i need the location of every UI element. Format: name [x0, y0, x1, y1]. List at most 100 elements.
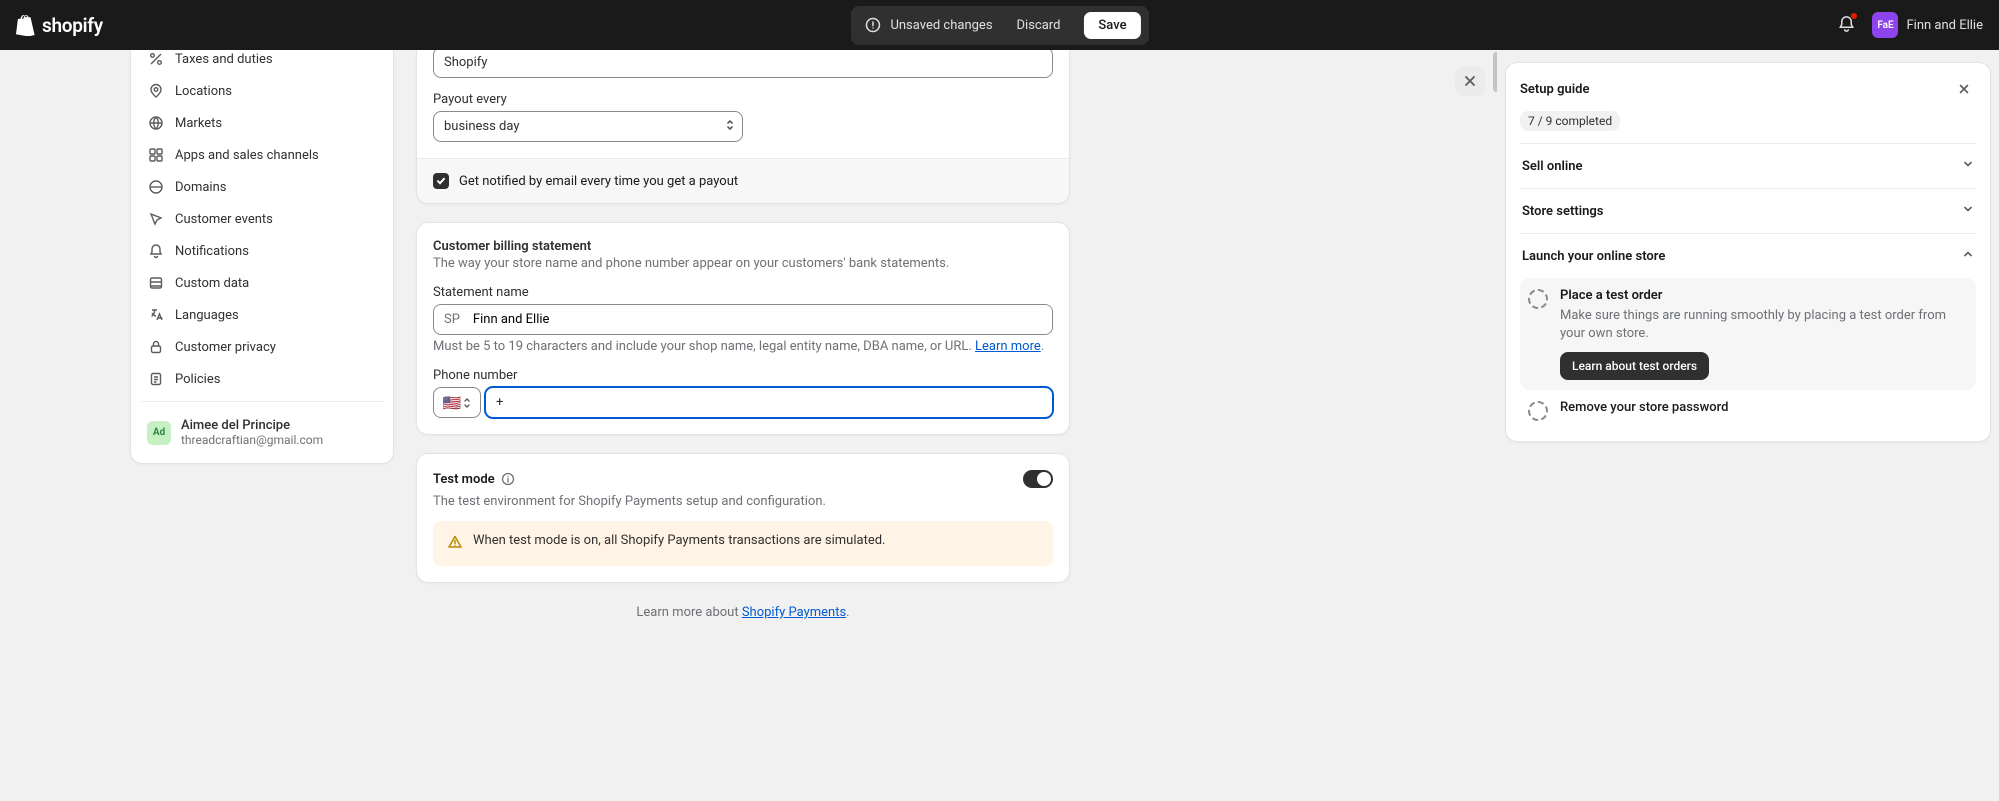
- task-status-ring: [1528, 401, 1548, 421]
- globe-icon: [147, 114, 165, 132]
- notify-checkbox[interactable]: [433, 173, 449, 189]
- guide-title: Setup guide: [1520, 82, 1589, 97]
- bell-icon: [147, 242, 165, 260]
- sidebar-item-label: Locations: [175, 84, 232, 99]
- task-status-ring: [1528, 289, 1548, 309]
- chevron-up-icon: [1962, 248, 1974, 264]
- save-button[interactable]: Save: [1084, 12, 1140, 39]
- payout-label: Payout every: [433, 92, 1053, 107]
- top-bar: shopify Unsaved changes Discard Save FaE…: [0, 0, 1999, 50]
- domain-icon: [147, 178, 165, 196]
- user-name: Aimee del Principe: [181, 418, 323, 433]
- setup-guide: Setup guide 7 / 9 completed Sell online …: [1505, 62, 1991, 442]
- percent-icon: [147, 50, 165, 68]
- store-name: Finn and Ellie: [1906, 18, 1983, 33]
- lock-icon: [147, 338, 165, 356]
- task-remove-password[interactable]: Remove your store password: [1520, 390, 1976, 431]
- shopify-logo[interactable]: shopify: [16, 14, 103, 37]
- discard-button[interactable]: Discard: [1005, 12, 1073, 39]
- guide-close-button[interactable]: [1952, 77, 1976, 101]
- sidebar-item-label: Markets: [175, 116, 222, 131]
- statement-input-wrap: SP: [433, 304, 1053, 335]
- statement-help: Must be 5 to 19 characters and include y…: [433, 339, 1053, 354]
- user-account[interactable]: Ad Aimee del Principe threadcraftian@gma…: [137, 408, 387, 457]
- sidebar-item-customer-events[interactable]: Customer events: [137, 203, 387, 235]
- guide-section-sell-online[interactable]: Sell online: [1520, 143, 1976, 188]
- store-menu[interactable]: FaE Finn and Ellie: [1872, 12, 1983, 38]
- close-settings-button[interactable]: [1455, 66, 1485, 96]
- statement-label: Statement name: [433, 285, 1053, 300]
- test-mode-toggle[interactable]: [1023, 470, 1053, 488]
- sidebar-item-label: Apps and sales channels: [175, 148, 319, 163]
- guide-section-launch[interactable]: Launch your online store: [1520, 233, 1976, 278]
- test-mode-alert: When test mode is on, all Shopify Paymen…: [433, 521, 1053, 566]
- notify-label: Get notified by email every time you get…: [459, 174, 738, 189]
- settings-sidebar: Taxes and duties Locations Markets Apps …: [130, 36, 394, 464]
- test-mode-title: Test mode: [433, 472, 515, 487]
- logo-text: shopify: [42, 14, 103, 37]
- descriptor-input[interactable]: [433, 47, 1053, 78]
- payout-card: Payout every Get notified by email every…: [416, 36, 1070, 204]
- language-icon: [147, 306, 165, 324]
- statement-input[interactable]: [471, 305, 1052, 334]
- sidebar-item-label: Policies: [175, 372, 220, 387]
- pin-icon: [147, 82, 165, 100]
- toggle-knob: [1037, 472, 1051, 486]
- divider: [141, 401, 383, 402]
- sidebar-item-label: Customer privacy: [175, 340, 276, 355]
- sidebar-item-apps[interactable]: Apps and sales channels: [137, 139, 387, 171]
- notification-badge: [1850, 12, 1858, 20]
- unsaved-changes-bar: Unsaved changes Discard Save: [850, 6, 1148, 45]
- phone-input[interactable]: [485, 387, 1053, 418]
- task-desc: Make sure things are running smoothly by…: [1560, 307, 1968, 342]
- sidebar-item-languages[interactable]: Languages: [137, 299, 387, 331]
- warning-icon: [447, 534, 463, 554]
- chevron-down-icon: [1962, 203, 1974, 219]
- sidebar-item-domains[interactable]: Domains: [137, 171, 387, 203]
- checkmark-icon: [436, 176, 446, 186]
- unsaved-text: Unsaved changes: [890, 18, 992, 33]
- store-avatar: FaE: [1872, 12, 1898, 38]
- notifications-bell[interactable]: [1837, 14, 1856, 37]
- info-icon[interactable]: [501, 472, 515, 486]
- flag-icon: 🇺🇸: [443, 394, 462, 412]
- user-email: threadcraftian@gmail.com: [181, 433, 323, 447]
- sidebar-item-label: Custom data: [175, 276, 249, 291]
- sidebar-item-label: Customer events: [175, 212, 273, 227]
- notify-row: Get notified by email every time you get…: [417, 158, 1069, 203]
- shopify-payments-link[interactable]: Shopify Payments: [742, 605, 846, 620]
- chevron-down-icon: [1962, 158, 1974, 174]
- database-icon: [147, 274, 165, 292]
- document-icon: [147, 370, 165, 388]
- close-icon: [1463, 74, 1477, 88]
- notify-checkbox-row[interactable]: Get notified by email every time you get…: [433, 173, 1053, 189]
- payout-select[interactable]: [433, 111, 743, 142]
- grid-icon: [147, 146, 165, 164]
- sidebar-item-label: Languages: [175, 308, 239, 323]
- learn-test-orders-button[interactable]: Learn about test orders: [1560, 352, 1709, 380]
- sidebar-item-markets[interactable]: Markets: [137, 107, 387, 139]
- task-place-test-order[interactable]: Place a test order Make sure things are …: [1520, 278, 1976, 390]
- right-rail: Setup guide 7 / 9 completed Sell online …: [1497, 50, 1999, 801]
- sidebar-item-policies[interactable]: Policies: [137, 363, 387, 395]
- billing-card: Customer billing statement The way your …: [416, 222, 1070, 435]
- sidebar-item-locations[interactable]: Locations: [137, 75, 387, 107]
- alert-icon: [864, 17, 880, 33]
- sidebar-item-privacy[interactable]: Customer privacy: [137, 331, 387, 363]
- sidebar-item-label: Domains: [175, 180, 226, 195]
- task-title: Remove your store password: [1560, 400, 1968, 415]
- learn-more-link[interactable]: Learn more: [975, 339, 1041, 354]
- guide-section-store-settings[interactable]: Store settings: [1520, 188, 1976, 233]
- select-arrows-icon: [463, 397, 471, 409]
- phone-label: Phone number: [433, 368, 1053, 383]
- close-icon: [1958, 83, 1970, 95]
- settings-main: Payout every Get notified by email every…: [416, 36, 1070, 801]
- task-title: Place a test order: [1560, 288, 1968, 303]
- sidebar-item-notifications[interactable]: Notifications: [137, 235, 387, 267]
- sidebar-item-custom-data[interactable]: Custom data: [137, 267, 387, 299]
- user-avatar: Ad: [147, 421, 171, 445]
- alert-text: When test mode is on, all Shopify Paymen…: [473, 533, 885, 548]
- billing-desc: The way your store name and phone number…: [433, 256, 1053, 271]
- footer-text: Learn more about Shopify Payments.: [416, 601, 1070, 630]
- country-select[interactable]: 🇺🇸: [433, 387, 481, 418]
